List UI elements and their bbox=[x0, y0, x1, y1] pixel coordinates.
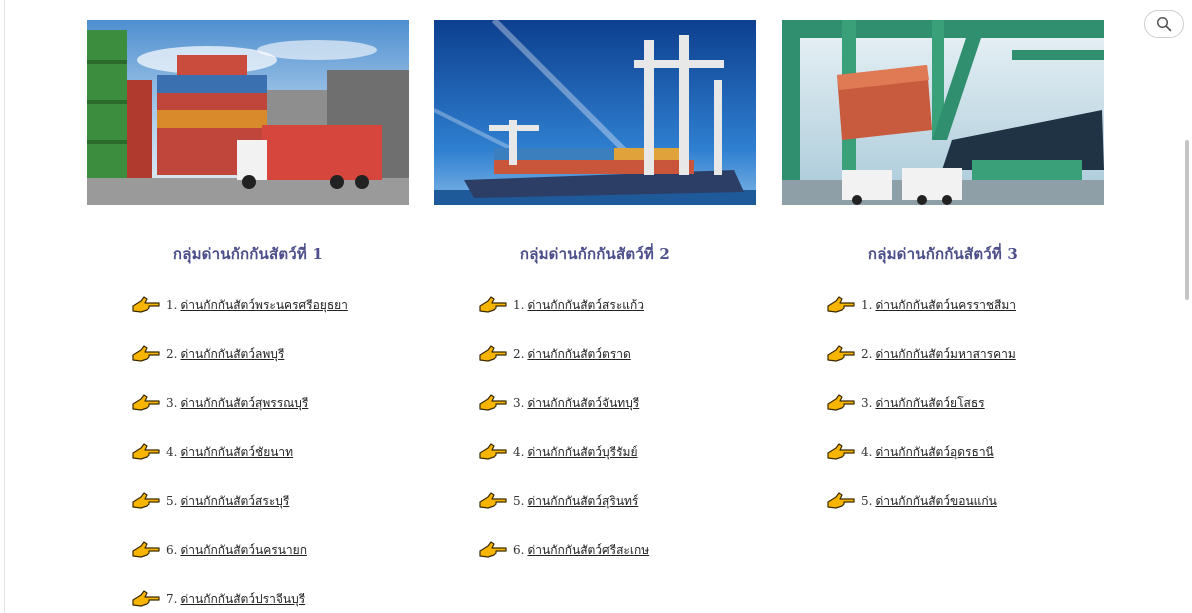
list-item: 4. ด่านกักกันสัตว์ชัยนาท bbox=[131, 443, 409, 493]
link-number: 3. bbox=[861, 396, 873, 410]
group-3-column: กลุ่มด่านกักกันสัตว์ที่ 3 1. ด่านกักกันสั… bbox=[782, 20, 1104, 542]
group-1-links: 1. ด่านกักกันสัตว์พระนครศรีอยุธยา 2. ด่านก… bbox=[87, 296, 409, 613]
group-1-column: กลุ่มด่านกักกันสัตว์ที่ 1 1. ด่านกักกันสั… bbox=[87, 20, 409, 613]
cargo-ship-port-cranes-photo bbox=[434, 20, 756, 205]
list-item: 1. ด่านกักกันสัตว์สระแก้ว bbox=[478, 296, 756, 346]
group-2-links: 1. ด่านกักกันสัตว์สระแก้ว 2. ด่านกักกันสัต… bbox=[434, 296, 756, 591]
checkpoint-link[interactable]: ด่านกักกันสัตว์สุรินทร์ bbox=[527, 493, 638, 509]
list-item: 4. ด่านกักกันสัตว์บุรีรัมย์ bbox=[478, 443, 756, 493]
pointing-hand-icon bbox=[826, 296, 856, 314]
page-left-border bbox=[4, 0, 5, 613]
link-number: 4. bbox=[513, 445, 525, 459]
link-number: 4. bbox=[166, 445, 178, 459]
gantry-crane-loading-photo bbox=[782, 20, 1104, 205]
link-number: 6. bbox=[513, 543, 525, 557]
link-number: 2. bbox=[861, 347, 873, 361]
pointing-hand-icon bbox=[478, 541, 508, 559]
pointing-hand-icon bbox=[826, 492, 856, 510]
checkpoint-link[interactable]: ด่านกักกันสัตว์จันทบุรี bbox=[527, 395, 639, 411]
checkpoint-link[interactable]: ด่านกักกันสัตว์นครนายก bbox=[180, 542, 307, 558]
list-item: 5. ด่านกักกันสัตว์ขอนแก่น bbox=[826, 492, 1104, 542]
search-icon bbox=[1156, 16, 1172, 32]
pointing-hand-icon bbox=[478, 296, 508, 314]
pointing-hand-icon bbox=[131, 492, 161, 510]
checkpoint-link[interactable]: ด่านกักกันสัตว์ปราจีนบุรี bbox=[180, 591, 305, 607]
checkpoint-link[interactable]: ด่านกักกันสัตว์ยโสธร bbox=[875, 395, 984, 411]
checkpoint-link[interactable]: ด่านกักกันสัตว์พระนครศรีอยุธยา bbox=[180, 297, 347, 313]
list-item: 1. ด่านกักกันสัตว์นครราชสีมา bbox=[826, 296, 1104, 346]
link-number: 7. bbox=[166, 592, 178, 606]
pointing-hand-icon bbox=[131, 443, 161, 461]
list-item: 7. ด่านกักกันสัตว์ปราจีนบุรี bbox=[131, 590, 409, 613]
list-item: 2. ด่านกักกันสัตว์มหาสารคาม bbox=[826, 345, 1104, 395]
link-number: 6. bbox=[166, 543, 178, 557]
pointing-hand-icon bbox=[131, 541, 161, 559]
pointing-hand-icon bbox=[478, 443, 508, 461]
checkpoint-link[interactable]: ด่านกักกันสัตว์นครราชสีมา bbox=[875, 297, 1016, 313]
vertical-scrollbar[interactable] bbox=[1184, 40, 1192, 613]
checkpoint-link[interactable]: ด่านกักกันสัตว์ตราด bbox=[527, 346, 630, 362]
pointing-hand-icon bbox=[131, 394, 161, 412]
checkpoint-link[interactable]: ด่านกักกันสัตว์ชัยนาท bbox=[180, 444, 293, 460]
checkpoint-link[interactable]: ด่านกักกันสัตว์ศรีสะเกษ bbox=[527, 542, 649, 558]
link-number: 1. bbox=[861, 298, 873, 312]
link-number: 1. bbox=[513, 298, 525, 312]
checkpoint-link[interactable]: ด่านกักกันสัตว์ขอนแก่น bbox=[875, 493, 996, 509]
pointing-hand-icon bbox=[131, 590, 161, 608]
checkpoint-link[interactable]: ด่านกักกันสัตว์ลพบุรี bbox=[180, 346, 284, 362]
pointing-hand-icon bbox=[478, 345, 508, 363]
pointing-hand-icon bbox=[478, 492, 508, 510]
pointing-hand-icon bbox=[826, 394, 856, 412]
list-item: 2. ด่านกักกันสัตว์ตราด bbox=[478, 345, 756, 395]
link-number: 4. bbox=[861, 445, 873, 459]
link-number: 3. bbox=[513, 396, 525, 410]
checkpoint-link[interactable]: ด่านกักกันสัตว์สุพรรณบุรี bbox=[180, 395, 308, 411]
checkpoint-link[interactable]: ด่านกักกันสัตว์สระบุรี bbox=[180, 493, 289, 509]
group-2-title: กลุ่มด่านกักกันสัตว์ที่ 2 bbox=[519, 245, 671, 263]
link-number: 3. bbox=[166, 396, 178, 410]
link-number: 2. bbox=[513, 347, 525, 361]
checkpoint-groups: กลุ่มด่านกักกันสัตว์ที่ 1 1. ด่านกักกันสั… bbox=[87, 20, 1107, 613]
link-number: 5. bbox=[513, 494, 525, 508]
checkpoint-link[interactable]: ด่านกักกันสัตว์บุรีรัมย์ bbox=[527, 444, 637, 460]
checkpoint-link[interactable]: ด่านกักกันสัตว์อุดรธานี bbox=[875, 444, 993, 460]
pointing-hand-icon bbox=[478, 394, 508, 412]
pointing-hand-icon bbox=[131, 296, 161, 314]
list-item: 5. ด่านกักกันสัตว์สระบุรี bbox=[131, 492, 409, 542]
container-yard-truck-photo bbox=[87, 20, 409, 205]
group-1-title: กลุ่มด่านกักกันสัตว์ที่ 1 bbox=[172, 245, 324, 263]
list-item: 3. ด่านกักกันสัตว์ยโสธร bbox=[826, 394, 1104, 444]
link-number: 5. bbox=[861, 494, 873, 508]
checkpoint-link[interactable]: ด่านกักกันสัตว์สระแก้ว bbox=[527, 297, 644, 313]
group-2-column: กลุ่มด่านกักกันสัตว์ที่ 2 1. ด่านกักกันสั… bbox=[434, 20, 756, 591]
link-number: 5. bbox=[166, 494, 178, 508]
list-item: 1. ด่านกักกันสัตว์พระนครศรีอยุธยา bbox=[131, 296, 409, 346]
search-button[interactable] bbox=[1144, 10, 1184, 38]
scrollbar-thumb[interactable] bbox=[1185, 140, 1189, 300]
list-item: 4. ด่านกักกันสัตว์อุดรธานี bbox=[826, 443, 1104, 493]
list-item: 3. ด่านกักกันสัตว์จันทบุรี bbox=[478, 394, 756, 444]
group-3-links: 1. ด่านกักกันสัตว์นครราชสีมา 2. ด่านกักกัน… bbox=[782, 296, 1104, 542]
pointing-hand-icon bbox=[826, 345, 856, 363]
list-item: 3. ด่านกักกันสัตว์สุพรรณบุรี bbox=[131, 394, 409, 444]
list-item: 6. ด่านกักกันสัตว์นครนายก bbox=[131, 541, 409, 591]
list-item: 6. ด่านกักกันสัตว์ศรีสะเกษ bbox=[478, 541, 756, 591]
link-number: 2. bbox=[166, 347, 178, 361]
checkpoint-link[interactable]: ด่านกักกันสัตว์มหาสารคาม bbox=[875, 346, 1015, 362]
pointing-hand-icon bbox=[131, 345, 161, 363]
link-number: 1. bbox=[166, 298, 178, 312]
group-3-title: กลุ่มด่านกักกันสัตว์ที่ 3 bbox=[867, 245, 1019, 263]
list-item: 2. ด่านกักกันสัตว์ลพบุรี bbox=[131, 345, 409, 395]
pointing-hand-icon bbox=[826, 443, 856, 461]
list-item: 5. ด่านกักกันสัตว์สุรินทร์ bbox=[478, 492, 756, 542]
